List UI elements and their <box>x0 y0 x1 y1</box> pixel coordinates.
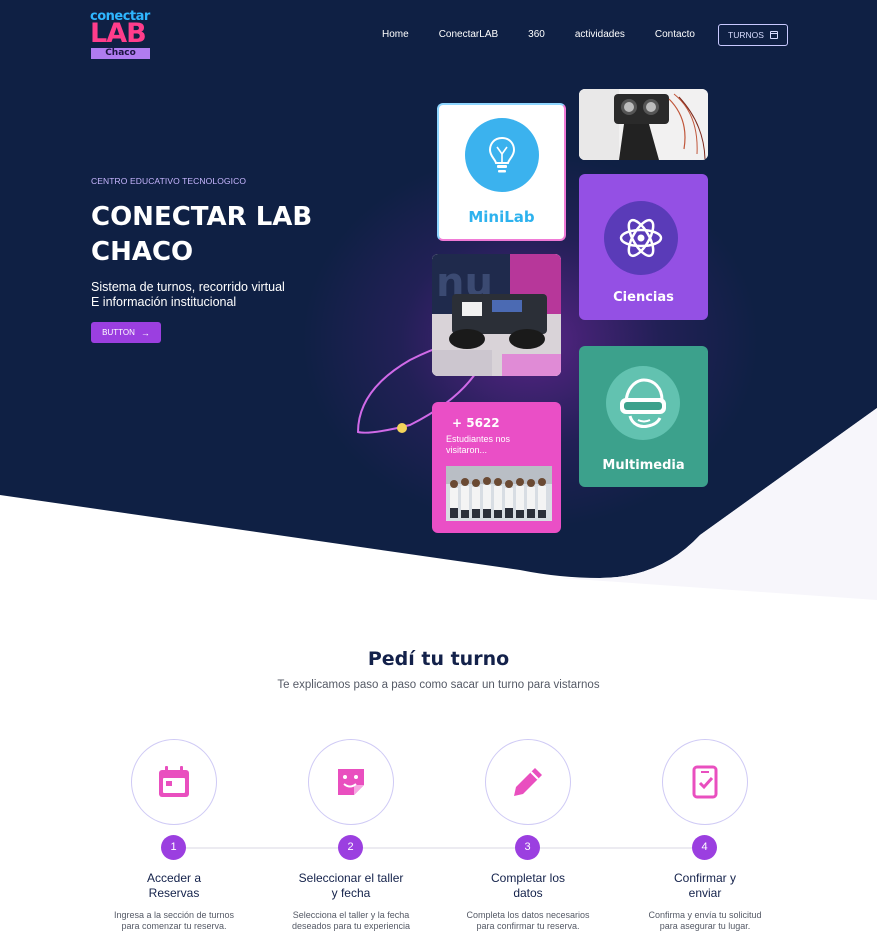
step-4-description: Confirma y envía tu solicitud para asegu… <box>625 910 785 932</box>
multimedia-label: Multimedia <box>602 458 685 473</box>
hero-title-line2: CHACO <box>91 237 194 267</box>
step-4-number: 4 <box>692 835 717 860</box>
step-4-icon-circle <box>662 739 748 825</box>
logo-line3: Chaco <box>91 48 150 59</box>
hero-subtitle-line1: Sistema de turnos, recorrido virtual <box>91 280 285 294</box>
step-1-title: Acceder a Reservas <box>94 871 254 901</box>
turnos-button[interactable]: TURNOS <box>718 24 788 46</box>
pencil-icon <box>514 768 542 796</box>
calendar-icon <box>769 31 778 39</box>
step-3-number: 3 <box>515 835 540 860</box>
page: conectar LAB Chaco Home ConectarLAB 360 … <box>0 0 877 939</box>
step-1-description: Ingresa a la sección de turnos para come… <box>94 910 254 932</box>
atom-icon <box>619 218 663 258</box>
hero-button[interactable]: BUTTON → <box>91 322 161 343</box>
logo[interactable]: conectar LAB Chaco <box>90 9 152 61</box>
phone-check-icon <box>692 765 718 799</box>
step-4-title-line1: Confirmar y <box>673 871 736 885</box>
ciencias-label: Ciencias <box>613 290 674 305</box>
students-group-photo <box>446 466 552 521</box>
sticker-icon <box>338 769 364 795</box>
hero-eyebrow: CENTRO EDUCATIVO TECNOLOGICO <box>91 176 247 186</box>
step-4-title: Confirmar y enviar <box>625 871 785 901</box>
orbit-dot <box>397 423 407 433</box>
nav-actividades[interactable]: actividades <box>575 28 625 42</box>
turnos-button-label: TURNOS <box>728 30 764 40</box>
minilab-label: MiniLab <box>468 208 535 226</box>
robot-photo-image <box>579 89 708 160</box>
multimedia-card[interactable]: Multimedia <box>579 346 708 487</box>
section-subtitle: Te explicamos paso a paso como sacar un … <box>277 679 600 691</box>
lightbulb-icon <box>488 136 516 173</box>
nav-360[interactable]: 360 <box>528 28 545 42</box>
arrow-right-icon: → <box>140 327 150 338</box>
step-1-desc-line1: Ingresa a la sección de turnos <box>113 910 235 920</box>
hero-title-line1: CONECTAR LAB <box>91 202 313 232</box>
students-stats-card: + 5622 Estudiantes nos visitaron... <box>432 402 561 533</box>
hero-subtitle-line2: E información institucional <box>91 295 237 309</box>
section-title: Pedí tu turno <box>367 648 510 670</box>
step-3-title: Completar los datos <box>448 871 608 901</box>
step-2-title-line1: Seleccionar el taller <box>298 871 404 885</box>
step-1-desc-line2: para comenzar tu reserva. <box>121 921 227 931</box>
step-1-title-line1: Acceder a <box>146 871 202 885</box>
step-1-icon-circle <box>131 739 217 825</box>
robot-car-image: nu <box>432 254 561 376</box>
step-3-desc-line1: Completa los datos necesarios <box>466 910 590 920</box>
step-3-title-line2: datos <box>513 886 543 900</box>
students-count: + 5622 <box>452 416 500 430</box>
steps-connector-line <box>173 847 705 849</box>
step-2-desc-line1: Selecciona el taller y la fecha <box>292 910 410 920</box>
robot-car-photo-card: nu <box>432 254 561 376</box>
step-3-description: Completa los datos necesarios para confi… <box>448 910 608 932</box>
students-caption: Estudiantes nos visitaron... <box>446 434 511 455</box>
ciencias-card[interactable]: Ciencias <box>579 174 708 320</box>
minilab-card[interactable]: MiniLab <box>437 103 566 241</box>
hero-button-label: BUTTON <box>102 328 135 337</box>
step-4-title-line2: enviar <box>688 886 722 900</box>
hero-subtitle: Sistema de turnos, recorrido virtual E i… <box>91 280 331 310</box>
nav-conectarlab[interactable]: ConectarLAB <box>439 28 498 42</box>
step-4-desc-line2: para asegurar tu lugar. <box>659 921 751 931</box>
logo-line2: LAB <box>90 18 147 49</box>
step-2-title-line2: y fecha <box>331 886 371 900</box>
step-3-desc-line2: para confirmar tu reserva. <box>476 921 580 931</box>
step-4-desc-line1: Confirma y envía tu solicitud <box>648 910 762 920</box>
nav-contacto[interactable]: Contacto <box>655 28 695 42</box>
vr-headset-icon <box>620 378 666 428</box>
step-2-description: Selecciona el taller y la fecha deseados… <box>271 910 431 932</box>
calendar-icon <box>159 766 189 797</box>
hero-title: CONECTAR LAB CHACO <box>91 200 351 270</box>
robot-photo-card <box>579 89 708 160</box>
nav-home[interactable]: Home <box>382 28 409 42</box>
step-1-title-line2: Reservas <box>148 886 200 900</box>
step-1-number: 1 <box>161 835 186 860</box>
step-2-number: 2 <box>338 835 363 860</box>
step-2-icon-circle <box>308 739 394 825</box>
step-3-title-line1: Completar los <box>490 871 566 885</box>
step-2-title: Seleccionar el taller y fecha <box>271 871 431 901</box>
main-nav: Home ConectarLAB 360 actividades Contact… <box>382 28 725 42</box>
step-3-icon-circle <box>485 739 571 825</box>
step-2-desc-line2: deseados para tu experiencia <box>291 921 411 931</box>
